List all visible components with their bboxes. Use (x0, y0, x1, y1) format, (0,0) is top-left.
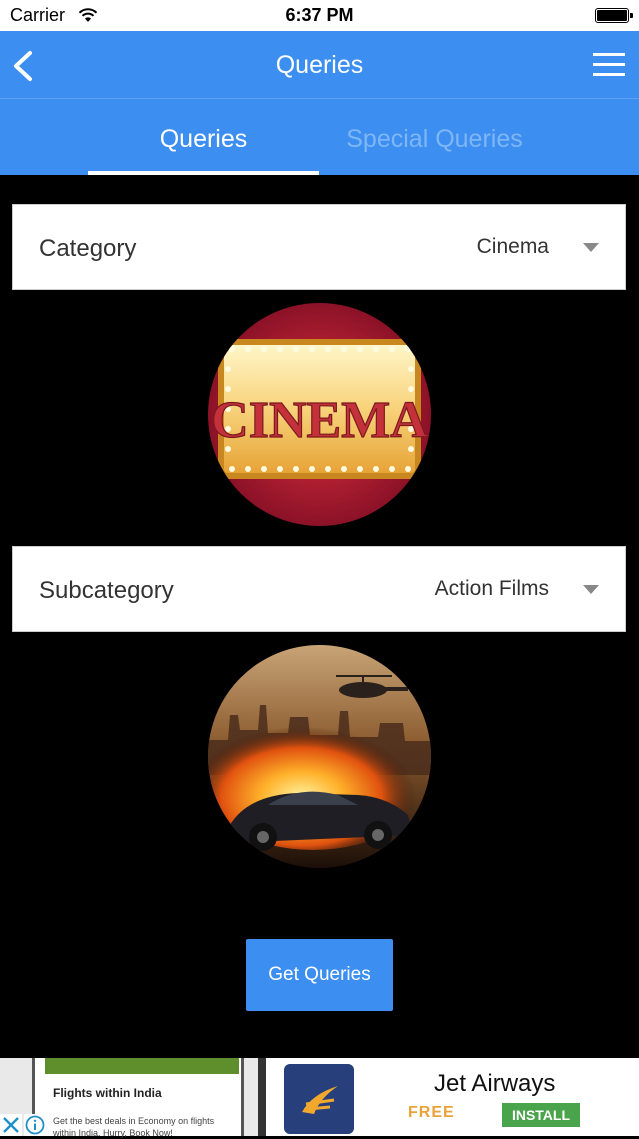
get-queries-button[interactable]: Get Queries (246, 939, 393, 1011)
category-select[interactable]: Category Cinema (12, 204, 626, 290)
ad-install-button[interactable]: INSTALL (502, 1103, 580, 1127)
active-tab-indicator (88, 171, 319, 175)
navbar: Queries (0, 31, 639, 98)
category-image: CINEMA (208, 303, 431, 526)
jet-airways-logo-icon (284, 1064, 354, 1134)
dropdown-arrow-icon (583, 585, 599, 594)
cinema-marquee-image: CINEMA (208, 303, 431, 526)
category-value: Cinema (476, 235, 549, 258)
ad-divider (258, 1058, 266, 1136)
tab-special-queries[interactable]: Special Queries (319, 125, 550, 154)
subcategory-value: Action Films (434, 577, 549, 600)
ad-brand-name: Jet Airways (434, 1070, 556, 1097)
status-bar: Carrier 6:37 PM (0, 0, 639, 31)
ad-headline: Flights within India (53, 1086, 162, 1100)
ad-banner[interactable]: Flights within India Get the best deals … (0, 1058, 639, 1138)
dropdown-arrow-icon (583, 243, 599, 252)
action-films-image (208, 645, 431, 868)
subcategory-image (208, 645, 431, 868)
ad-tea-garden-image (45, 1058, 239, 1074)
page-title: Queries (275, 51, 364, 79)
tab-bar: Queries Special Queries (0, 98, 639, 175)
category-label: Category (39, 235, 137, 262)
cinema-text: CINEMA (211, 392, 428, 449)
clock: 6:37 PM (285, 5, 354, 25)
tab-queries[interactable]: Queries (88, 125, 319, 154)
ad-free-label: FREE (408, 1104, 455, 1121)
ad-card[interactable]: Flights within India Get the best deals … (32, 1058, 244, 1138)
subcategory-label: Subcategory (39, 577, 174, 604)
subcategory-select[interactable]: Subcategory Action Films (12, 546, 626, 632)
ad-left-panel: Flights within India Get the best deals … (0, 1058, 258, 1138)
ad-description: Get the best deals in Economy on flights… (53, 1116, 215, 1138)
ad-close-icon[interactable] (0, 1114, 22, 1136)
ad-info-icon[interactable] (24, 1114, 46, 1136)
hamburger-menu-icon[interactable] (593, 53, 625, 77)
battery-icon (595, 8, 633, 23)
